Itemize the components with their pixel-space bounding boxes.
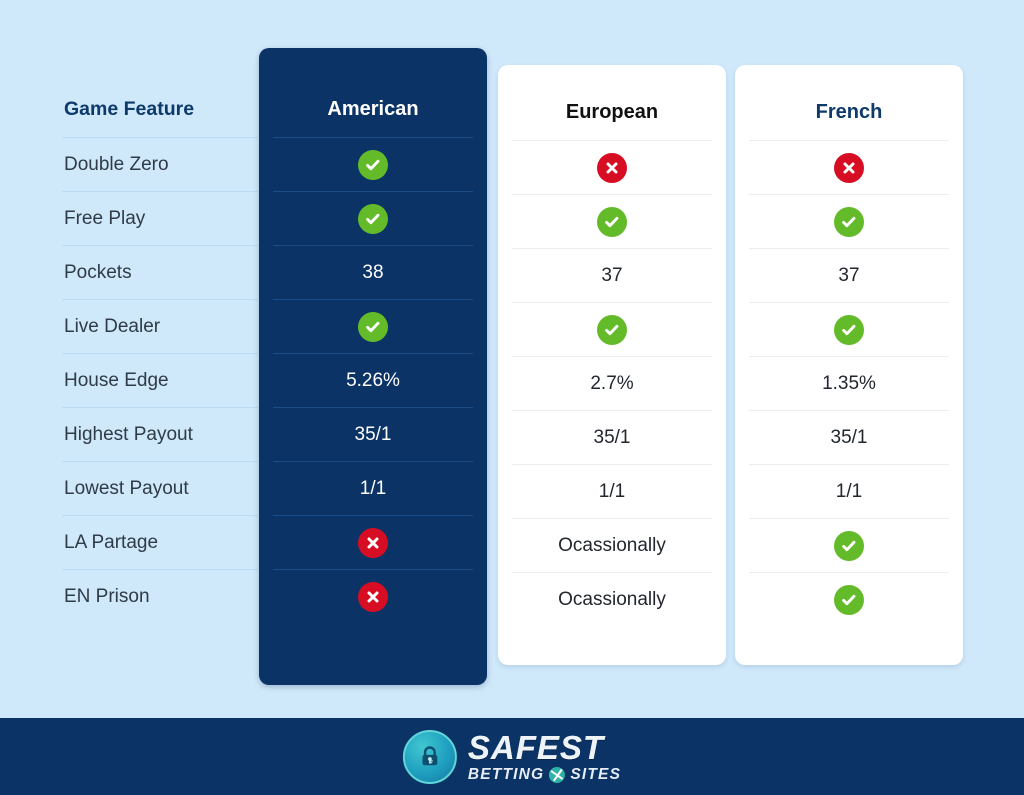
table-cell: 38 — [273, 246, 473, 300]
site-logo: SAFEST BETTING SITES — [402, 729, 621, 784]
check-circle-icon — [597, 314, 627, 345]
cross-circle-icon — [358, 582, 388, 612]
column-header-french: French — [749, 85, 949, 141]
table-cell — [512, 195, 712, 249]
check-circle-icon — [834, 530, 864, 561]
table-cell: 35/1 — [273, 408, 473, 462]
table-cell: 1/1 — [273, 462, 473, 516]
feature-row-label: EN Prison — [64, 586, 150, 607]
feature-row-label: Lowest Payout — [62, 462, 258, 516]
cross-circle-icon — [597, 152, 627, 183]
cross-circle-icon — [358, 527, 388, 558]
column-header-american: American — [273, 82, 473, 138]
table-cell — [273, 570, 473, 624]
table-cell — [749, 195, 949, 249]
column-american: American 38 5.26% 35/1 1/1 — [259, 48, 487, 685]
logo-betting-text: BETTING — [467, 765, 545, 783]
roulette-wheel-icon — [549, 766, 566, 783]
table-cell — [512, 141, 712, 195]
table-cell: 37 — [749, 249, 949, 303]
check-circle-icon — [834, 206, 864, 237]
feature-column: Game Feature Double Zero Free Play Pocke… — [62, 82, 258, 624]
column-french: French 37 1.35% 35/1 1/1 — [735, 65, 963, 665]
table-cell — [749, 519, 949, 573]
table-cell — [749, 141, 949, 195]
table-cell: 2.7% — [512, 357, 712, 411]
column-header-european: European — [512, 85, 712, 141]
column-european: European 37 2.7% 35/1 1/1 Ocassionally O… — [498, 65, 726, 665]
feature-row-label: House Edge — [62, 354, 258, 408]
table-cell: 1/1 — [749, 465, 949, 519]
table-cell: 1/1 — [512, 465, 712, 519]
feature-row-label: Pockets — [62, 246, 258, 300]
table-cell: 5.26% — [273, 354, 473, 408]
table-cell: Ocassionally — [558, 589, 666, 610]
check-circle-icon — [597, 206, 627, 237]
table-cell — [512, 303, 712, 357]
check-circle-icon — [358, 311, 388, 342]
check-circle-icon — [358, 203, 388, 234]
padlock-badge-icon — [402, 729, 457, 784]
logo-sites-text: SITES — [570, 765, 622, 783]
feature-row-label: Highest Payout — [62, 408, 258, 462]
feature-row-label: Live Dealer — [62, 300, 258, 354]
table-cell: Ocassionally — [512, 519, 712, 573]
check-circle-icon — [358, 149, 388, 180]
feature-row-label: Double Zero — [62, 138, 258, 192]
feature-row-label: LA Partage — [62, 516, 258, 570]
table-cell — [749, 303, 949, 357]
check-circle-icon — [834, 314, 864, 345]
check-circle-icon — [834, 585, 864, 615]
feature-column-header: Game Feature — [62, 82, 258, 138]
feature-row-label: Free Play — [62, 192, 258, 246]
cross-circle-icon — [834, 152, 864, 183]
table-cell: 35/1 — [512, 411, 712, 465]
table-cell — [273, 516, 473, 570]
logo-secondary-text: BETTING SITES — [467, 765, 622, 783]
table-cell: 35/1 — [749, 411, 949, 465]
roulette-comparison-table: Game Feature Double Zero Free Play Pocke… — [0, 0, 1024, 718]
logo-primary-text: SAFEST — [468, 731, 621, 764]
table-cell: 1.35% — [749, 357, 949, 411]
table-cell — [749, 573, 949, 627]
table-cell — [273, 192, 473, 246]
table-cell — [273, 300, 473, 354]
logo-wordmark: SAFEST BETTING SITES — [468, 731, 621, 783]
table-cell — [273, 138, 473, 192]
table-cell: 37 — [512, 249, 712, 303]
footer-bar: SAFEST BETTING SITES — [0, 718, 1024, 795]
